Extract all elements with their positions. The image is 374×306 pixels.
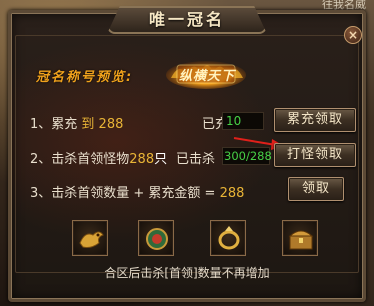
panel-title: 唯一冠名 xyxy=(148,10,225,29)
task-row-3-target: 288 xyxy=(219,186,245,201)
task-row-2-status-label: 已击杀 xyxy=(176,152,216,167)
reward-slot-4[interactable] xyxy=(282,220,318,256)
task-row-3-text: 3、击杀首领数量 + 累充金额 = 288 xyxy=(30,186,245,201)
task-row-1-status-value: 10 xyxy=(222,112,264,130)
title-preview-badge-text: 纵横天下 xyxy=(179,69,236,84)
kill-claim-button[interactable]: 打怪领取 xyxy=(274,143,356,167)
footer-note: 合区后击杀[首领]数量不再增加 xyxy=(104,266,270,280)
combined-claim-button[interactable]: 领取 xyxy=(288,177,344,201)
close-button[interactable]: × xyxy=(344,26,362,44)
title-preview-label: 冠名称号预览: xyxy=(36,70,134,85)
reward-slot-3[interactable] xyxy=(210,220,246,256)
golden-dragon-icon xyxy=(79,231,104,248)
recharge-claim-button[interactable]: 累充领取 xyxy=(274,108,356,132)
close-icon: × xyxy=(347,28,359,42)
reward-slot-2[interactable] xyxy=(138,220,174,256)
task-row-2-target: 288 xyxy=(129,152,155,167)
panel-title-tab: 唯一冠名 xyxy=(107,6,267,34)
title-preview-badge: 纵横天下 xyxy=(165,56,247,90)
golden-ring-icon xyxy=(218,226,240,250)
jade-orb-icon xyxy=(146,228,168,250)
reward-slot-1[interactable] xyxy=(72,220,108,256)
task-row-2-text: 2、击杀首领怪物288只 xyxy=(30,152,168,167)
task-row-1-target: 到 288 xyxy=(81,117,124,132)
treasure-chest-icon xyxy=(288,230,314,250)
task-row-1-text: 1、累充 到 288 xyxy=(30,117,124,132)
